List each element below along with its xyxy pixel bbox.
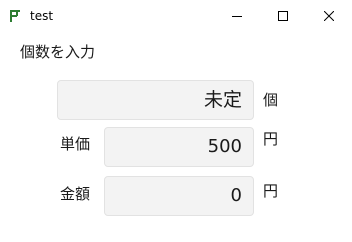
price-field[interactable]: 500 (104, 127, 254, 167)
maximize-button[interactable] (260, 0, 306, 31)
minimize-button[interactable] (214, 0, 260, 31)
maximize-icon (278, 10, 288, 21)
close-button[interactable] (306, 0, 352, 31)
window-title: test (30, 9, 54, 23)
prompt-label: 個数を入力 (20, 43, 96, 61)
amount-field[interactable]: 0 (104, 176, 254, 216)
price-label: 単価 (60, 135, 91, 153)
app-window: test 個数を入力 未定 個 単価 500 円 金額 0 円 (0, 0, 352, 242)
quantity-input[interactable]: 未定 (57, 80, 254, 120)
close-icon (324, 10, 334, 21)
minimize-icon (232, 15, 242, 17)
quantity-unit: 個 (263, 91, 279, 109)
amount-unit: 円 (263, 182, 279, 200)
app-icon (10, 10, 20, 22)
price-unit: 円 (263, 130, 279, 148)
title-bar[interactable]: test (0, 0, 352, 31)
amount-label: 金額 (60, 185, 91, 203)
